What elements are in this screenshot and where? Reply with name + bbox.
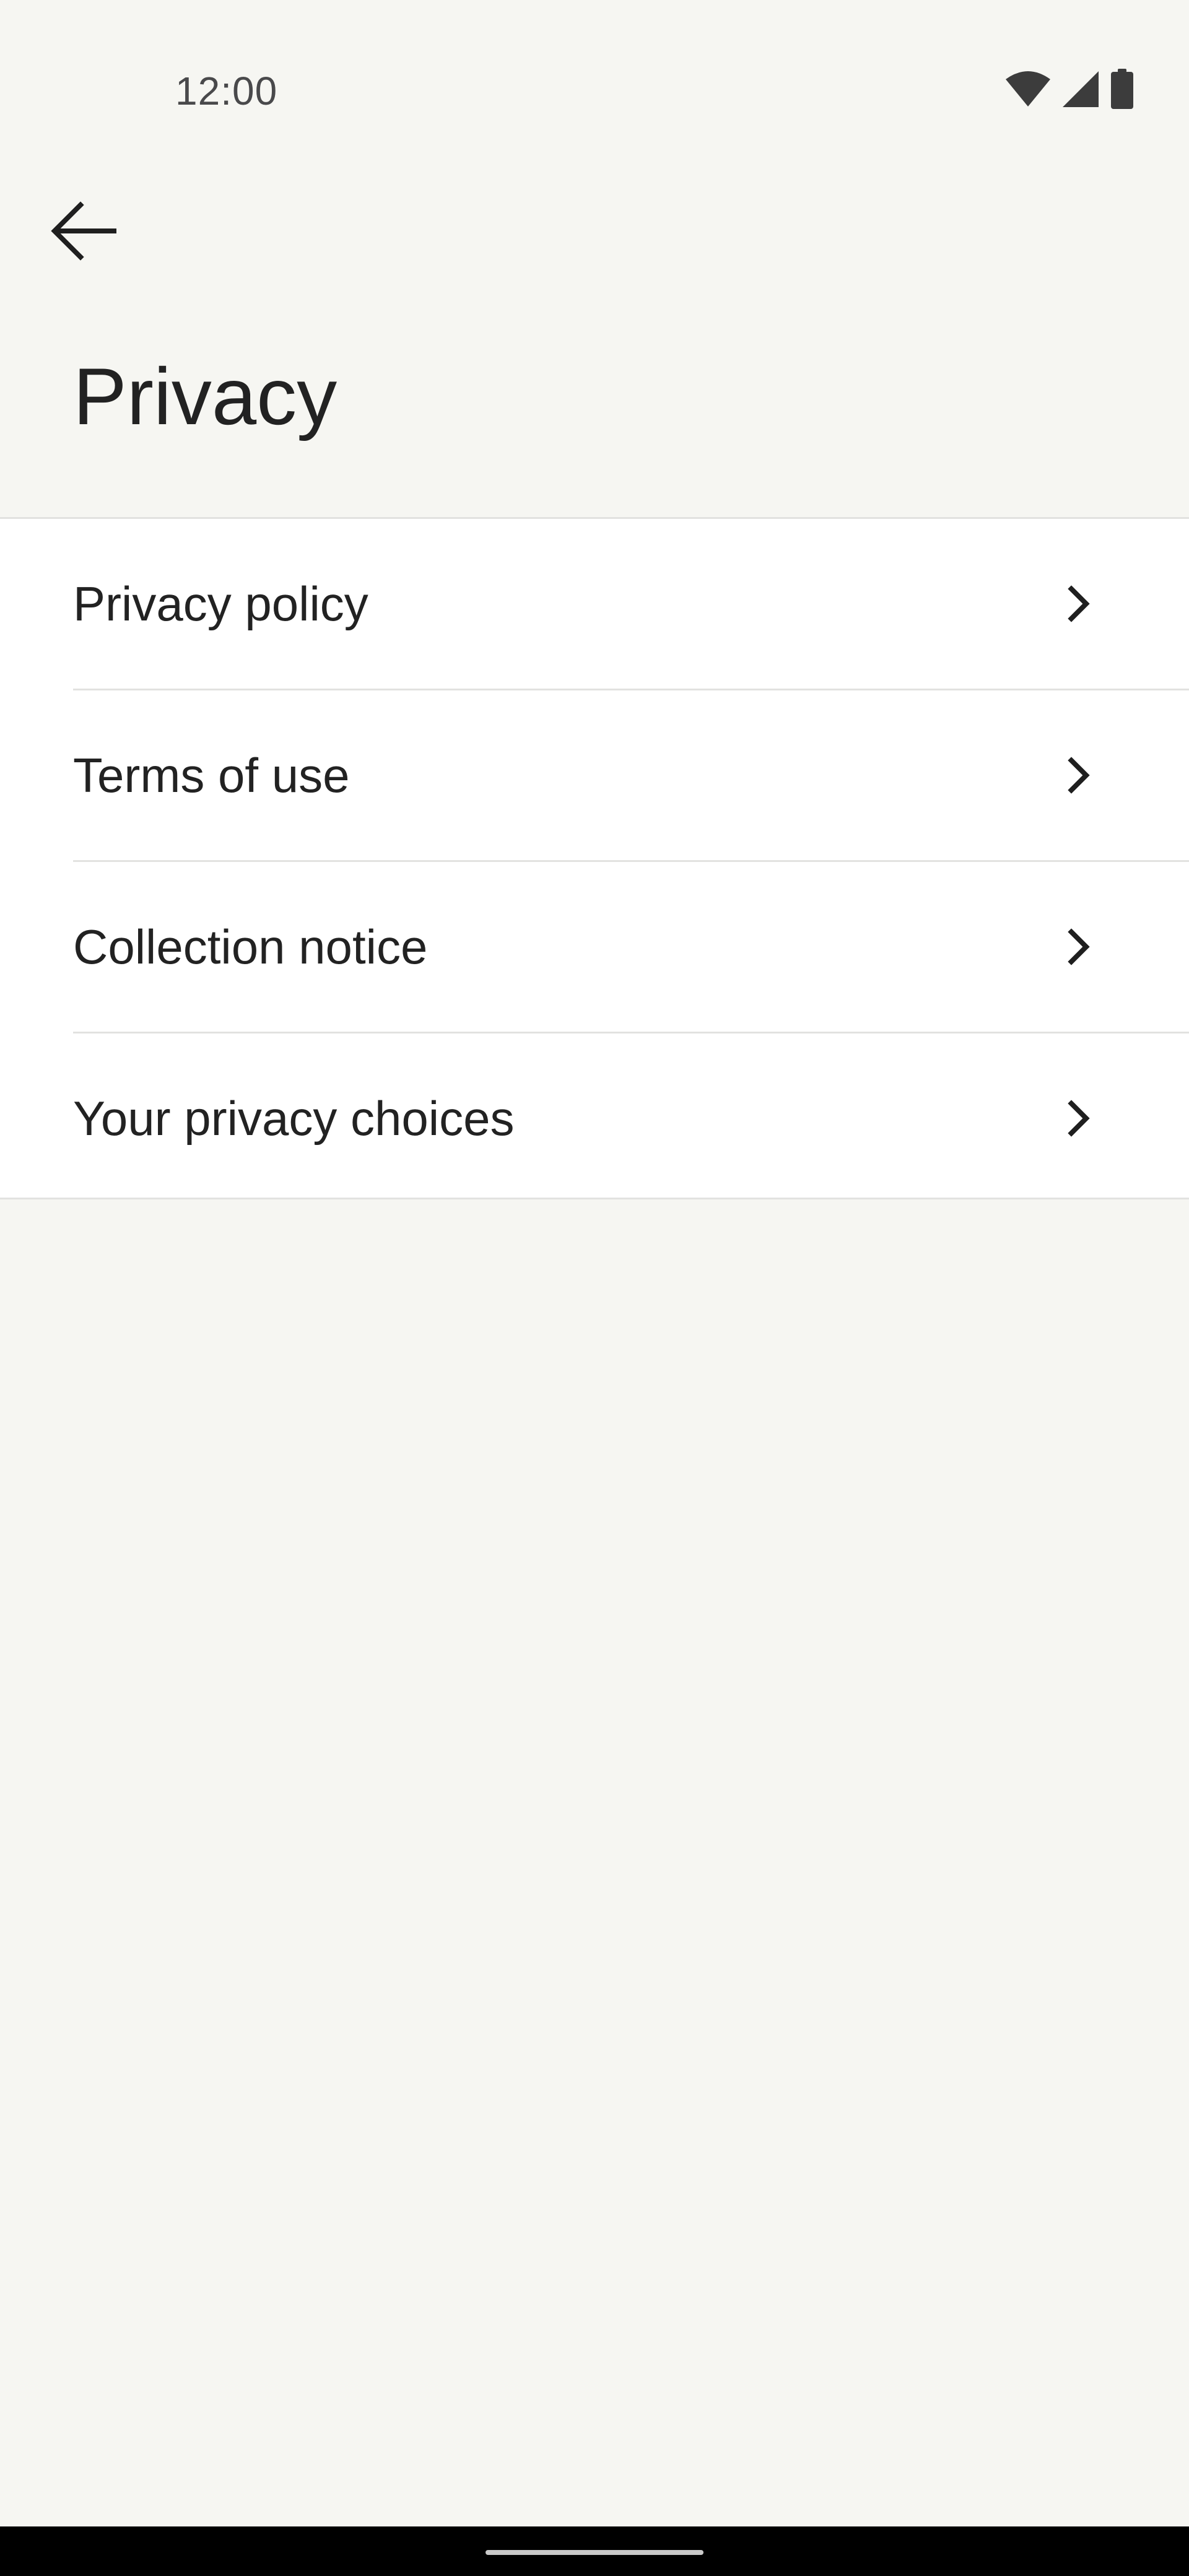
chevron-right-icon <box>1060 757 1097 794</box>
settings-list: Privacy policy Terms of use Collection n… <box>0 517 1189 1199</box>
chevron-right-icon <box>1060 928 1097 965</box>
arrow-left-icon <box>50 200 118 265</box>
page-title: Privacy <box>73 351 338 442</box>
chevron-right-icon <box>1060 1100 1097 1137</box>
battery-icon <box>1110 69 1135 110</box>
list-item-collection-notice[interactable]: Collection notice <box>0 862 1189 1032</box>
chevron-right-icon <box>1060 585 1097 622</box>
list-item-terms-of-use[interactable]: Terms of use <box>0 690 1189 860</box>
list-item-label: Your privacy choices <box>73 1091 515 1146</box>
status-bar: 12:00 <box>0 0 1189 113</box>
list-item-label: Privacy policy <box>73 577 368 631</box>
system-navigation-bar <box>0 2526 1189 2576</box>
cellular-signal-icon <box>1061 70 1100 108</box>
home-gesture-handle[interactable] <box>486 2550 703 2555</box>
list-item-label: Terms of use <box>73 748 350 803</box>
back-button[interactable] <box>37 186 130 279</box>
list-item-privacy-policy[interactable]: Privacy policy <box>0 519 1189 689</box>
status-icons <box>1004 67 1135 111</box>
wifi-icon <box>1004 71 1052 108</box>
list-item-label: Collection notice <box>73 920 428 974</box>
status-time: 12:00 <box>175 69 278 113</box>
list-item-your-privacy-choices[interactable]: Your privacy choices <box>0 1033 1189 1203</box>
